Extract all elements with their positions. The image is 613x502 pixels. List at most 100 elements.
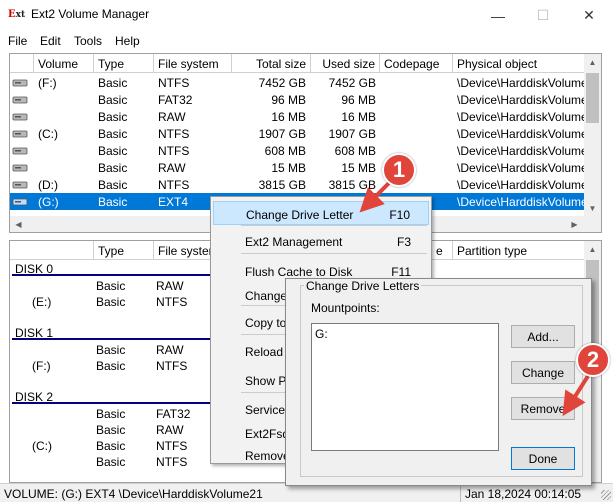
cell-used: 1907 GB (328, 127, 376, 141)
cell-type: Basic (98, 144, 128, 158)
column-header-volume[interactable]: Volume (34, 54, 94, 73)
scroll-down-icon[interactable]: ▼ (584, 200, 601, 217)
title-bar: Ext Ext2 Volume Manager — ☐ ✕ (0, 0, 613, 31)
maximize-icon[interactable]: ☐ (520, 0, 566, 31)
cell-volume: (G:) (38, 195, 59, 209)
status-volume-info: VOLUME: (G:) EXT4 \Device\HarddiskVolume… (4, 487, 263, 501)
cell-type: Basic (98, 161, 128, 175)
mountpoint-item[interactable]: G: (315, 327, 328, 341)
scroll-up-icon[interactable]: ▲ (584, 241, 601, 258)
menu-file[interactable]: File (8, 34, 27, 48)
column-header-partition-partial[interactable]: e (432, 241, 453, 260)
scroll-right-icon[interactable]: ▶ (566, 216, 583, 232)
column-header-type[interactable]: Type (94, 241, 154, 260)
table-row[interactable]: Basic RAW 15 MB 15 MB \Device\HarddiskVolume… (10, 159, 585, 176)
column-header-partition-type[interactable]: Partition type (453, 241, 585, 260)
mountpoints-list[interactable]: G: (311, 323, 499, 451)
table-row[interactable]: (C:) Basic NTFS 1907 GB 1907 GB \Device\Hardd… (10, 125, 585, 142)
column-header-used-size[interactable]: Used size (311, 54, 380, 73)
cell-total: 608 MB (264, 144, 306, 158)
drive-icon (12, 147, 28, 155)
cell-fs: RAW (156, 423, 184, 437)
cell-type: Basic (96, 439, 126, 453)
drive-icon (12, 198, 28, 206)
menu-help[interactable]: Help (115, 34, 140, 48)
column-header-filesystem[interactable]: File system (154, 54, 232, 73)
cell-type: Basic (98, 76, 128, 90)
cell-fs: FAT32 (158, 93, 193, 107)
cell-volume: (F:) (38, 76, 57, 90)
menu-bar: File Edit Tools Help (0, 31, 613, 51)
column-header-codepage[interactable]: Codepage (380, 54, 453, 73)
cell-fs: RAW (156, 279, 184, 293)
drive-icon (12, 164, 28, 172)
table-row[interactable]: Basic FAT32 96 MB 96 MB \Device\HarddiskVolu… (10, 91, 585, 108)
cell-used: 608 MB (334, 144, 376, 158)
window-title: Ext2 Volume Manager (31, 7, 150, 21)
cell-fs: NTFS (158, 76, 190, 90)
resize-grip-icon[interactable] (601, 490, 611, 500)
column-header-disk[interactable] (10, 241, 94, 260)
cell-total: 15 MB (271, 161, 306, 175)
column-header-icon[interactable] (10, 54, 34, 73)
callout-badge-2: 2 (576, 343, 610, 377)
callout-badge-1: 1 (382, 153, 416, 187)
table-row[interactable]: (F:) Basic NTFS 7452 GB 7452 GB \Device\Hardd… (10, 74, 585, 91)
remove-button[interactable]: Remove (511, 397, 575, 420)
drive-icon (12, 79, 28, 87)
cell-object: \Device\HarddiskVolume1 (457, 161, 585, 175)
drive-icon (12, 130, 28, 138)
context-menu-item[interactable]: Change Drive Letter F10 (213, 201, 429, 225)
context-menu-label: Copy to (245, 316, 287, 330)
scroll-up-icon[interactable]: ▲ (584, 54, 601, 71)
column-header-type[interactable]: Type (94, 54, 154, 73)
cell-type: Basic (98, 178, 128, 192)
context-menu-item[interactable]: Ext2 Management F3 (213, 229, 429, 253)
column-header-total-size[interactable]: Total size (232, 54, 311, 73)
done-button[interactable]: Done (511, 447, 575, 470)
cell-total: 3815 GB (258, 178, 306, 192)
cell-type: Basic (96, 423, 126, 437)
menu-edit[interactable]: Edit (40, 34, 61, 48)
cell-used: 15 MB (341, 161, 376, 175)
minimize-icon[interactable]: — (475, 0, 521, 31)
cell-fs: NTFS (156, 439, 188, 453)
cell-type: Basic (98, 195, 128, 209)
cell-fs: FAT32 (156, 407, 191, 421)
cell-fs: NTFS (156, 295, 188, 309)
cell-used: 3815 GB (328, 178, 376, 192)
table-row[interactable]: (D:) Basic NTFS 3815 GB 3815 GB \Device\Hardd… (10, 176, 585, 193)
cell-object: \Device\HarddiskVolume6 (457, 110, 585, 124)
context-menu-label: Service (245, 403, 286, 417)
dialog-group-title: Change Drive Letters (304, 279, 422, 293)
cell-volume: (E:) (32, 295, 52, 309)
mountpoints-label: Mountpoints: (311, 301, 380, 315)
table-row[interactable]: Basic NTFS 608 MB 608 MB \Device\HarddiskVol… (10, 142, 585, 159)
menu-tools[interactable]: Tools (74, 34, 102, 48)
context-menu-label: Flush Cache to Disk (245, 265, 353, 279)
add-button[interactable]: Add... (511, 325, 575, 348)
context-menu-separator (241, 253, 427, 254)
column-header-physical-object[interactable]: Physical object (453, 54, 585, 73)
volume-list-vertical-scrollbar[interactable]: ▲ ▼ (584, 54, 601, 217)
context-menu-separator (241, 225, 427, 226)
cell-fs: NTFS (158, 127, 190, 141)
cell-object: \Device\HarddiskVolume5 (457, 93, 585, 107)
scroll-thumb[interactable] (586, 73, 599, 123)
cell-object: \Device\HarddiskVolume2 (457, 195, 585, 209)
drive-icon (12, 113, 28, 121)
context-menu-label: Remove (245, 449, 290, 463)
cell-type: Basic (96, 343, 126, 357)
close-icon[interactable]: ✕ (566, 0, 612, 31)
context-menu-shortcut: F11 (391, 265, 411, 279)
cell-total: 1907 GB (258, 127, 306, 141)
table-row[interactable]: Basic RAW 16 MB 16 MB \Device\HarddiskVolume… (10, 108, 585, 125)
scroll-left-icon[interactable]: ◀ (10, 216, 27, 232)
context-menu-shortcut: F3 (396, 235, 411, 249)
change-button[interactable]: Change (511, 361, 575, 384)
cell-fs: NTFS (156, 359, 188, 373)
disk-divider (12, 402, 212, 404)
context-menu-label: Ext2Fsd (245, 427, 290, 441)
cell-fs: RAW (158, 161, 186, 175)
disk-divider (12, 338, 212, 340)
